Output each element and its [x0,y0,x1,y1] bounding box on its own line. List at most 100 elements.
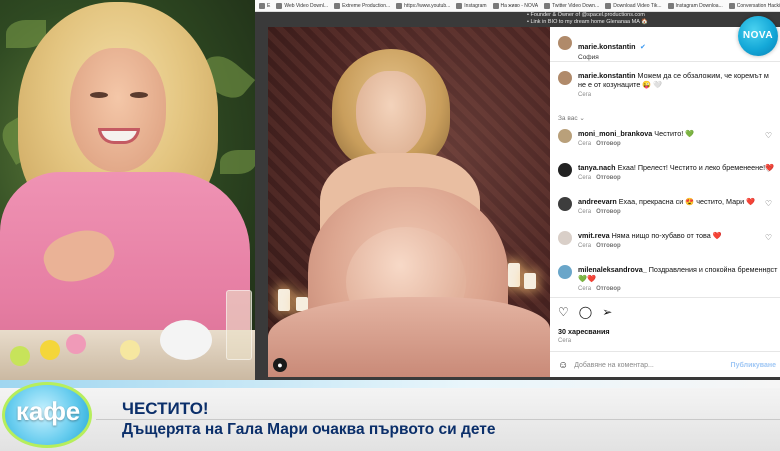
likes-count[interactable]: 30 харесвания [558,327,610,336]
bookmark-label: Conversation Hacki... [736,2,780,9]
model-face [356,71,426,157]
flower-decoration [10,346,30,366]
bookmark-item[interactable]: Instagram [456,2,487,9]
bookmark-item[interactable]: Conversation Hacki... [728,2,780,9]
bookmark-label: https://www.youtub... [404,2,451,9]
commenter-avatar[interactable] [558,163,572,177]
tv-frame: E Web Video Downl... Extreme Production...… [0,0,780,451]
comment-time: Сега [578,286,592,292]
candle [524,273,536,289]
reply-button[interactable]: Отговор [596,243,621,249]
caption-author[interactable]: marie.konstantin [578,71,636,80]
presenter-eye [130,92,148,98]
post-photo[interactable] [268,27,550,377]
comment-text: Ехаа, прекрасна си 😍 честито, Мари ❤️ [618,197,756,206]
bookmark-label: Twitter Video Down... [552,2,600,9]
comment-placeholder: Добавяне на коментар... [574,362,654,369]
bookmark-favicon-icon [259,2,265,9]
comment-time: Сега [578,175,592,181]
bookmark-favicon-icon [456,2,463,9]
bunny-figurine [160,320,212,360]
comment: tanya.nach Ехаа! Прелест! Честито и леко… [558,163,774,181]
comment-like-heart-icon[interactable]: ♡ [765,233,772,242]
bookmark-favicon-icon [728,2,735,9]
comment-like-heart-icon[interactable]: ♡ [765,199,772,208]
lower-third-subtitle: Дъщерята на Гала Мари очаква първото си … [122,421,496,438]
comment-text: Няма нищо по-хубаво от това ❤️ [611,231,722,240]
flower-decoration [40,340,60,360]
post-time: Сега [558,338,572,344]
comment-like-heart-icon[interactable]: ♡ [765,131,772,140]
author-avatar[interactable] [558,71,572,85]
comment-time: Сега [578,209,592,215]
commenter-username[interactable]: moni_moni_brankova [578,129,652,138]
bookmark-label: E [267,2,271,9]
bookmark-favicon-icon [396,2,403,9]
bookmark-item[interactable]: E [259,2,271,9]
lower-third [0,380,780,451]
post-actions: ♡ ◯ ➢ [558,305,612,319]
comment-input[interactable]: ☺ Добавяне на коментар... [558,360,654,371]
show-logo-text: кафе [15,396,81,426]
comment: milenaleksandrova_ Поздравления и спокой… [558,265,777,292]
author-avatar[interactable] [558,36,572,50]
nova-channel-logo: NOVA [738,16,778,56]
for-you-label[interactable]: За вас ⌄ [558,114,585,122]
bookmark-favicon-icon [667,2,674,9]
commenter-username[interactable]: tanya.nach [578,163,616,172]
verified-badge-icon: ✔ [639,44,646,51]
post-comment-button[interactable]: Публикуване [731,362,776,369]
bookmark-label: Instagram [464,2,487,9]
comment-text: Ехаа! Прелест! Честито и леко бременеене… [617,163,775,172]
send-icon[interactable]: ➢ [602,305,612,319]
tagged-user-icon[interactable]: ● [273,358,287,372]
reply-button[interactable]: Отговор [596,141,621,147]
flower-decoration [66,334,86,354]
bookmark-item[interactable]: Extreme Production... [334,2,391,9]
bookmark-favicon-icon [605,2,612,9]
bookmark-item[interactable]: Web Video Downl... [276,2,328,9]
comment-bubble-icon[interactable]: ◯ [579,305,592,319]
bookmark-item[interactable]: Twitter Video Down... [544,2,600,9]
bookmark-item[interactable]: На живо - NOVA [492,2,538,9]
comments-panel: marie.konstantin ✔ София marie.konstanti… [550,27,780,377]
commenter-avatar[interactable] [558,231,572,245]
comment-text-line2: 💚❤️ [578,274,596,283]
satin-drape [268,297,550,377]
bookmarks-bar: E Web Video Downl... Extreme Production...… [255,0,780,12]
reply-button[interactable]: Отговор [596,209,621,215]
comment: vmit.reva Няма нищо по-хубаво от това ❤️… [558,231,722,249]
presenter-face [70,48,166,172]
comment-time: Сега [578,243,592,249]
bookmark-favicon-icon [544,2,551,9]
post-header: marie.konstantin ✔ София [558,36,646,61]
bookmark-item[interactable]: Download Video Tik... [605,2,662,9]
commenter-username[interactable]: vmit.reva [578,231,610,240]
emoji-icon[interactable]: ☺ [558,360,568,371]
post-location[interactable]: София [578,54,646,61]
caption-text-line2: не е от козунаците 😜 🤍 [578,80,663,89]
heart-outline-icon[interactable]: ♡ [558,305,569,319]
commenter-avatar[interactable] [558,265,572,279]
comment: moni_moni_brankova Честито! 💚 Сега Отгово… [558,129,694,147]
bookmark-favicon-icon [276,2,283,9]
profile-bio-line: • Founder & Owner of @spacel.productions… [527,12,648,25]
commenter-username[interactable]: andreevarn [578,197,617,206]
comment-text: Поздравления и спокойна бременност [648,265,778,274]
reply-button[interactable]: Отговор [596,175,621,181]
bookmark-item[interactable]: Instagram Downloa... [667,2,723,9]
reply-button[interactable]: Отговор [596,286,621,292]
comment-like-heart-icon[interactable]: ♡ [765,165,772,174]
flower-decoration [120,340,140,360]
presenter-eye [90,92,108,98]
author-username[interactable]: marie.konstantin [578,42,636,51]
commenter-avatar[interactable] [558,197,572,211]
bookmark-item[interactable]: https://www.youtub... [396,2,451,9]
bookmark-label: Extreme Production... [342,2,391,9]
lower-third-title: ЧЕСТИТО! [122,399,209,418]
comment-like-heart-icon[interactable]: ♡ [765,267,772,276]
candle [508,263,520,287]
commenter-username[interactable]: milenaleksandrova_ [578,265,647,274]
bookmark-label: Instagram Downloa... [675,2,723,9]
commenter-avatar[interactable] [558,129,572,143]
